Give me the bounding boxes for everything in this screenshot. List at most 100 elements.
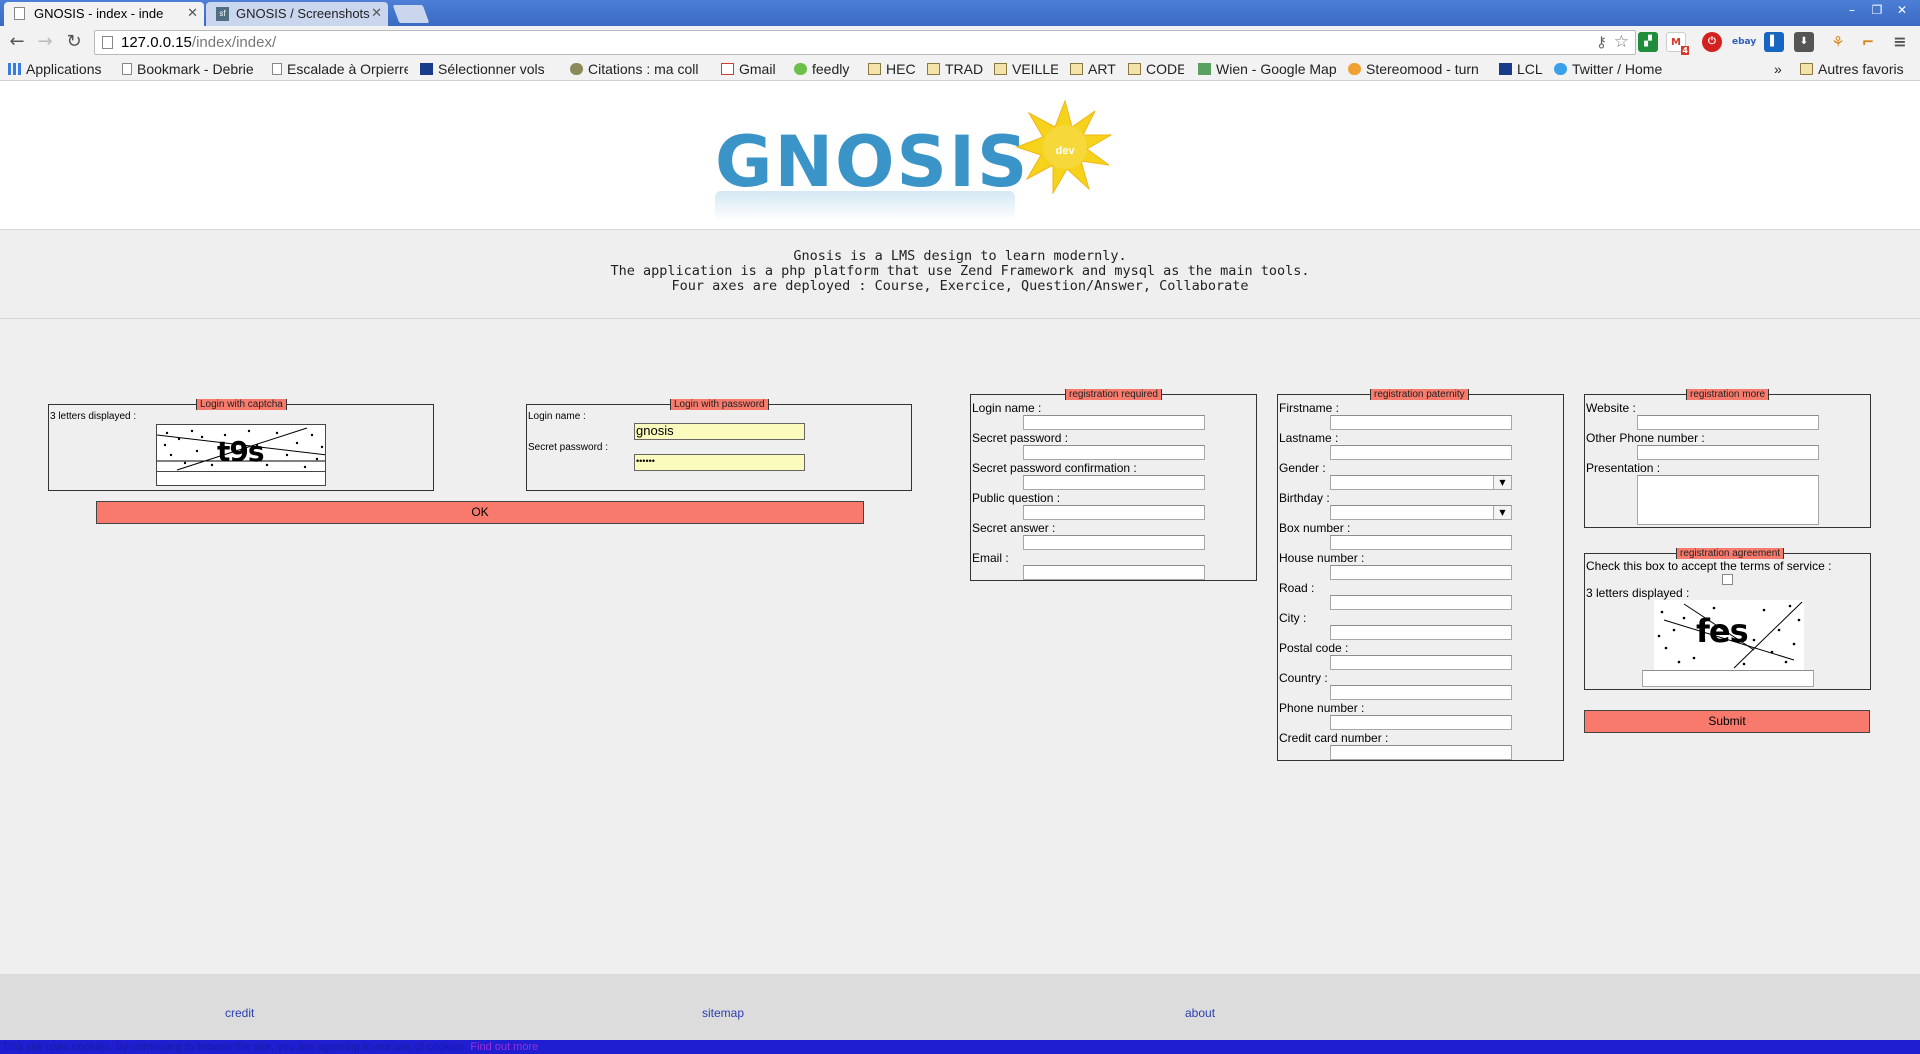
bookmarks-bar: Applications Bookmark - Debrie Escalade à … (0, 58, 1920, 81)
reload-icon[interactable]: ↻ (63, 31, 85, 53)
intro-line: The application is a php platform that u… (610, 263, 1310, 279)
field-input[interactable] (1330, 655, 1512, 670)
folder-icon (1128, 63, 1141, 75)
back-icon[interactable]: ← (6, 31, 28, 53)
login-name-input[interactable]: gnosis (634, 423, 805, 440)
submit-button[interactable]: Submit (1584, 710, 1870, 733)
tab-gnosis-index[interactable]: GNOSIS - index - inde ✕ (4, 2, 204, 26)
field-input[interactable] (1330, 445, 1512, 460)
field-input[interactable] (1330, 625, 1512, 640)
url-host: 127.0.0.15 (121, 34, 192, 51)
field-label: Firstname : (1279, 401, 1340, 415)
website-input[interactable] (1637, 415, 1819, 430)
presentation-textarea[interactable] (1637, 475, 1819, 525)
download-icon[interactable]: ⬇ (1794, 32, 1814, 52)
field-input[interactable] (1023, 565, 1205, 580)
forward-icon[interactable]: → (34, 31, 56, 53)
basket-icon[interactable]: ⚘ (1828, 32, 1848, 52)
bookmark-item[interactable]: Escalade à Orpierre (272, 61, 408, 77)
close-tab-icon[interactable]: ✕ (371, 5, 382, 21)
bookmark-item[interactable]: Citations : ma coll (570, 61, 710, 77)
other-phone-input[interactable] (1637, 445, 1819, 460)
captcha-text: t9s (217, 435, 265, 468)
registration-agreement-panel: registration agreement Check this box to… (1584, 548, 1871, 690)
folder-icon (927, 63, 940, 75)
new-tab-button[interactable] (392, 5, 430, 23)
field-label: Lastname : (1279, 431, 1339, 445)
field-input[interactable] (1330, 415, 1512, 430)
other-bookmarks[interactable]: Autres favoris (1800, 61, 1904, 77)
field-select[interactable]: ▼ (1330, 475, 1512, 490)
more-bookmarks-button[interactable]: » (1774, 61, 1782, 77)
tab-gnosis-screenshots[interactable]: sf GNOSIS / Screenshots ✕ (206, 2, 388, 26)
tool-icon[interactable]: ⌐ (1858, 32, 1878, 52)
evernote-icon[interactable]: ▞ (1638, 32, 1658, 52)
registration-paternity-panel: registration paternity Firstname : Lastna… (1277, 389, 1564, 761)
secret-password-input[interactable]: •••••• (634, 454, 805, 471)
ebay-icon[interactable]: ebay (1732, 32, 1756, 52)
close-window-icon[interactable]: ✕ (1891, 2, 1913, 19)
field-input[interactable] (1023, 445, 1205, 460)
field-input[interactable] (1023, 415, 1205, 430)
bookmark-label: CODE (1146, 61, 1184, 77)
sitemap-link[interactable]: sitemap (702, 1006, 744, 1020)
gmail-icon[interactable]: M4 (1666, 32, 1689, 55)
bookmark-label: Citations : ma coll (588, 61, 699, 77)
captcha-input[interactable] (156, 471, 326, 486)
folder-icon (868, 63, 881, 75)
quote-icon (570, 63, 583, 75)
separator (0, 318, 1920, 319)
field-input[interactable] (1330, 565, 1512, 580)
field-input[interactable] (1330, 745, 1512, 760)
bookmark-item[interactable]: TRAD (927, 61, 983, 77)
bookmark-item[interactable]: Twitter / Home (1554, 61, 1694, 77)
bookmark-item[interactable]: ART (1070, 61, 1118, 77)
bookmark-item[interactable]: Sélectionner vols (420, 61, 554, 77)
bookmark-item[interactable]: CODE (1128, 61, 1184, 77)
stats-icon[interactable]: ▌ (1764, 32, 1784, 52)
field-input[interactable] (1023, 475, 1205, 490)
key-icon[interactable]: ⚷ (1596, 33, 1607, 51)
chevron-down-icon: ▼ (1493, 506, 1511, 519)
gmail-icon (721, 63, 734, 75)
bookmark-item[interactable]: Stereomood - turn (1348, 61, 1488, 77)
field-input[interactable] (1023, 505, 1205, 520)
cookie-more-link[interactable]: Find out more (470, 1041, 538, 1053)
page-icon (272, 63, 282, 75)
field-input[interactable] (1330, 535, 1512, 550)
address-bar[interactable]: 127.0.0.15/index/index/ ⚷ ☆ (94, 30, 1636, 55)
field-label: Email : (972, 551, 1009, 565)
agreement-captcha-input[interactable] (1642, 670, 1814, 687)
bookmark-item[interactable]: LCL (1499, 61, 1545, 77)
field-select[interactable]: ▼ (1330, 505, 1512, 520)
credit-link[interactable]: credit (225, 1006, 254, 1020)
bookmark-star-icon[interactable]: ☆ (1614, 32, 1629, 52)
field-input[interactable] (1023, 535, 1205, 550)
field-input[interactable] (1330, 595, 1512, 610)
field-input[interactable] (1330, 685, 1512, 700)
bookmark-item[interactable]: feedly (794, 61, 856, 77)
apps-icon (8, 63, 21, 75)
login-password-legend: Login with password (670, 399, 769, 410)
folder-icon (994, 63, 1007, 75)
registration-more-panel: registration more Website : Other Phone … (1584, 389, 1871, 528)
bookmark-label: Stereomood - turn (1366, 61, 1479, 77)
field-label: Secret password : (972, 431, 1069, 445)
close-tab-icon[interactable]: ✕ (187, 5, 198, 21)
adblock-icon[interactable]: ⏻ (1702, 32, 1722, 52)
dev-star-icon: dev (1015, 99, 1113, 194)
bookmark-item[interactable]: Wien - Google Maps (1198, 61, 1336, 77)
bookmark-item[interactable]: Gmail (721, 61, 781, 77)
about-link[interactable]: about (1185, 1006, 1215, 1020)
restore-icon[interactable]: ❐ (1866, 2, 1888, 19)
minimize-icon[interactable]: – (1841, 2, 1863, 19)
bookmark-item[interactable]: Bookmark - Debrie (122, 61, 258, 77)
bookmark-item[interactable]: Applications (8, 61, 113, 77)
captcha-image: fes (1654, 600, 1804, 670)
bookmark-item[interactable]: VEILLE (994, 61, 1058, 77)
terms-checkbox[interactable] (1722, 574, 1733, 585)
ok-button[interactable]: OK (96, 501, 864, 524)
field-input[interactable] (1330, 715, 1512, 730)
bookmark-item[interactable]: HEC (868, 61, 916, 77)
menu-icon[interactable]: ≡ (1890, 32, 1910, 52)
